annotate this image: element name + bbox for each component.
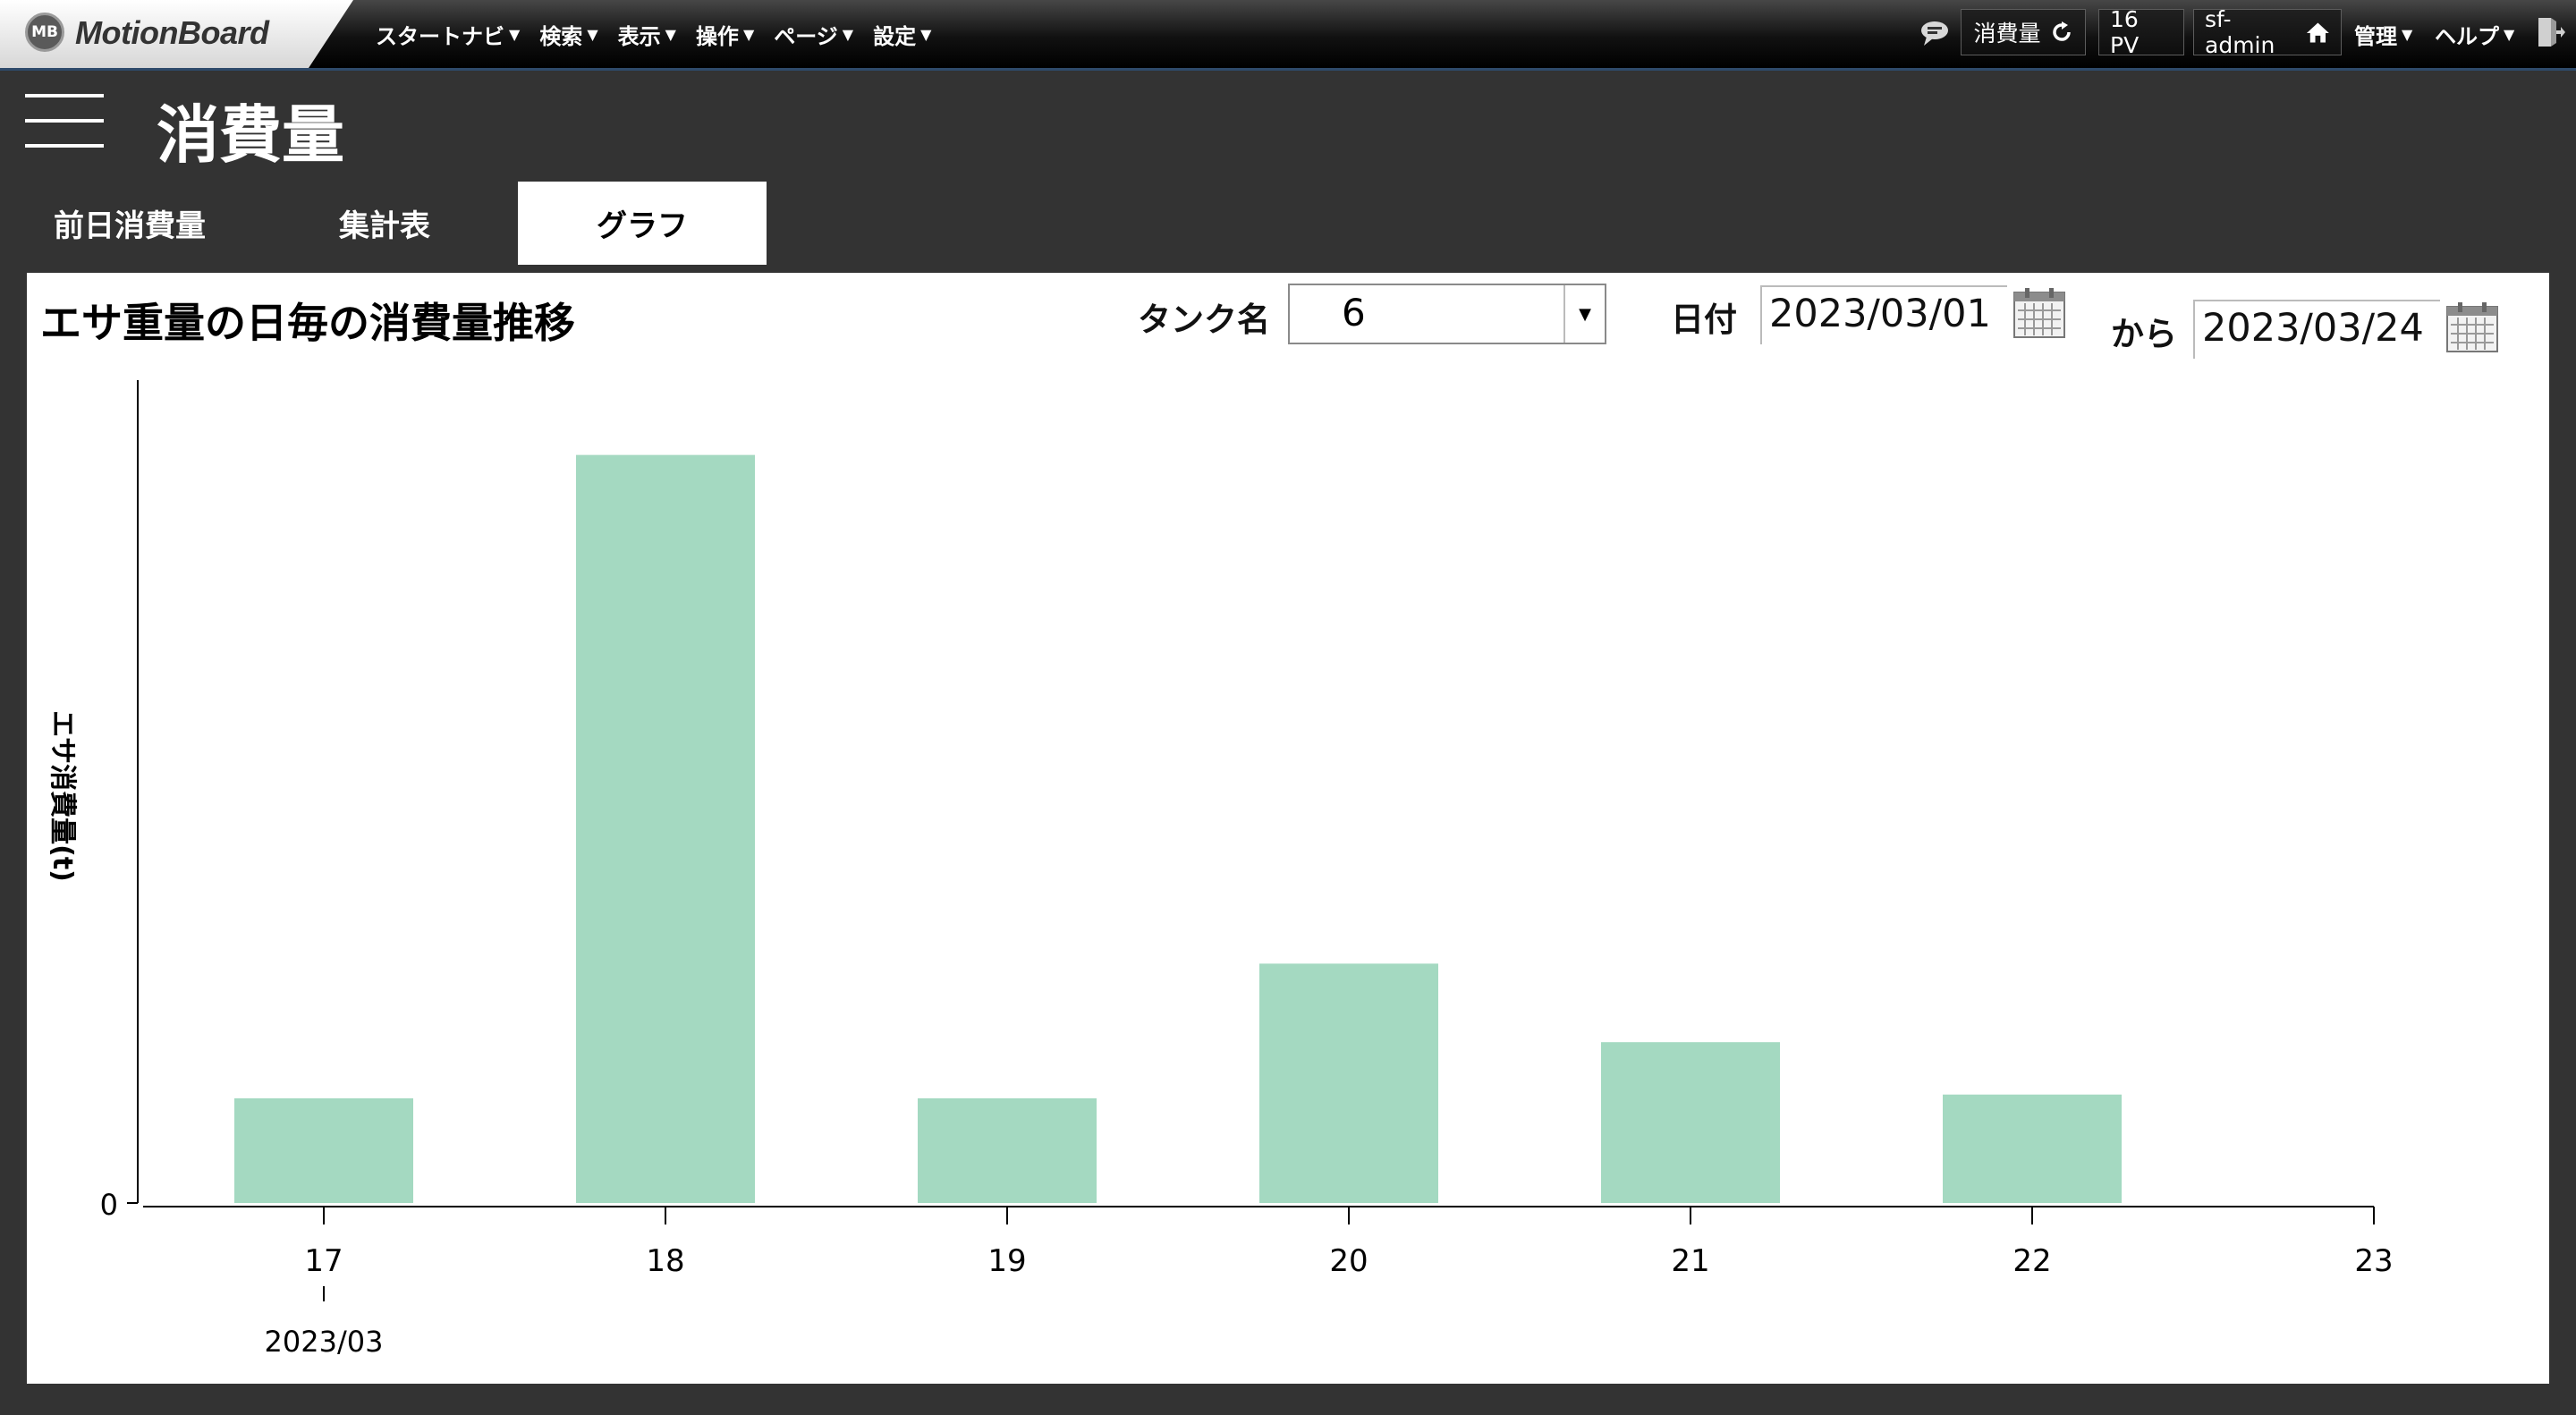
y-axis-title: エサ消費量(t) (47, 710, 78, 882)
logo-badge: MB (25, 13, 64, 52)
home-icon (2307, 22, 2330, 43)
chart-bar (1601, 1042, 1780, 1203)
pv-counter: 16 PV (2098, 6, 2184, 58)
help-menu[interactable]: ヘルプ ▼ (2435, 0, 2514, 68)
chart-bar (234, 1097, 413, 1203)
logout-icon[interactable] (2537, 16, 2565, 48)
board-name-button[interactable]: 消費量 (1961, 9, 2086, 55)
x-tick-label: 23 (2354, 1243, 2393, 1279)
tab-previous-day-consumption[interactable]: 前日消費量 (27, 182, 233, 265)
nav-start-navi[interactable]: スタートナビ ▼ (376, 19, 520, 50)
bar-chart: 0 エサ消費量(t) 17 18 19 20 21 22 23 2023/03 (47, 380, 2394, 1359)
y-tick-label: 0 (100, 1188, 118, 1222)
caret-down-icon: ▼ (665, 25, 676, 43)
app-logo[interactable]: MB MotionBoard (0, 0, 353, 68)
top-bar: MB MotionBoard スタートナビ ▼ 検索 ▼ 表示 ▼ 操作 ▼ ページ ▼ … (0, 0, 2576, 71)
nav-settings[interactable]: 設定 ▼ (873, 19, 931, 50)
x-tick-label: 22 (2012, 1243, 2051, 1279)
caret-down-icon: ▼ (842, 25, 854, 43)
graph-panel: エサ重量の日毎の消費量推移 タンク名 6 ▼ 日付 2023/03/01 から … (27, 273, 2549, 1384)
caret-down-icon: ▼ (2402, 25, 2413, 43)
logo-text: MotionBoard (75, 14, 269, 51)
caret-down-icon: ▼ (587, 25, 598, 43)
x-sublabel: 2023/03 (265, 1325, 384, 1359)
admin-menu[interactable]: 管理 ▼ (2354, 0, 2412, 68)
caret-down-icon: ▼ (2504, 25, 2515, 43)
chat-icon[interactable] (1919, 20, 1950, 47)
nav-display[interactable]: 表示 ▼ (618, 19, 676, 50)
nav-search[interactable]: 検索 ▼ (539, 19, 597, 50)
chart-bar (1259, 963, 1438, 1203)
chart-bar (576, 454, 755, 1203)
x-tick-label: 19 (987, 1243, 1026, 1279)
nav-operation[interactable]: 操作 ▼ (696, 19, 754, 50)
x-tick-label: 18 (646, 1243, 684, 1279)
board-name-label: 消費量 (1973, 21, 2041, 47)
tab-graph[interactable]: グラフ (518, 182, 767, 265)
caret-down-icon: ▼ (742, 25, 755, 43)
page-title: 消費量 (157, 98, 344, 172)
nav-page[interactable]: ページ ▼ (774, 19, 853, 50)
user-name: sf-admin (2205, 6, 2275, 58)
x-tick-label: 17 (304, 1243, 343, 1279)
x-tick-label: 20 (1329, 1243, 1368, 1279)
user-home-button[interactable]: sf-admin (2193, 6, 2342, 58)
caret-down-icon: ▼ (509, 25, 521, 43)
reload-icon (2052, 21, 2071, 41)
x-tick-label: 21 (1671, 1243, 1709, 1279)
chart-bar (918, 1097, 1097, 1203)
tab-summary-table[interactable]: 集計表 (313, 182, 456, 265)
hamburger-menu-icon[interactable] (25, 92, 104, 149)
caret-down-icon: ▼ (920, 25, 932, 43)
main-nav: スタートナビ ▼ 検索 ▼ 表示 ▼ 操作 ▼ ページ ▼ 設定 ▼ (376, 0, 951, 68)
chart-bar (1943, 1094, 2122, 1203)
